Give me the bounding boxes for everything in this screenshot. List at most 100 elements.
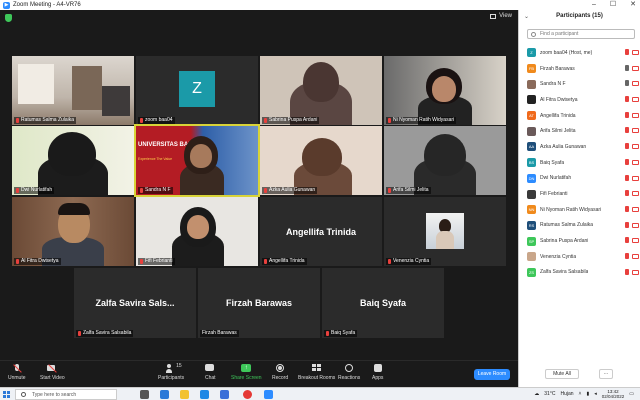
video-tile[interactable]: Arifa Silmi Jelita bbox=[384, 126, 506, 195]
file-explorer-icon[interactable] bbox=[180, 390, 189, 399]
store-icon[interactable] bbox=[200, 390, 209, 399]
participant-status-icons bbox=[625, 221, 639, 228]
video-off-icon bbox=[632, 175, 639, 181]
muted-mic-icon bbox=[140, 118, 143, 123]
taskbar-search-input[interactable]: Type here to search bbox=[15, 389, 117, 400]
edge-browser-icon[interactable] bbox=[160, 390, 169, 399]
leave-room-button[interactable]: Leave Room bbox=[474, 369, 510, 380]
participant-status-icons bbox=[625, 252, 639, 259]
video-tile[interactable]: Al Fitra Dwisetya bbox=[12, 197, 134, 266]
minimize-button[interactable]: – bbox=[592, 0, 596, 10]
volume-icon[interactable]: ◂ bbox=[594, 391, 597, 397]
participant-status-icons bbox=[625, 268, 639, 275]
apps-button[interactable]: Apps bbox=[372, 364, 383, 381]
zoom-taskbar-icon[interactable] bbox=[264, 390, 273, 399]
mic-muted-icon bbox=[625, 158, 629, 165]
muted-mic-icon bbox=[140, 188, 143, 193]
participant-avatar: Z bbox=[179, 70, 215, 107]
participant-name: Ratumas Salma Zulaika bbox=[540, 222, 594, 229]
grid-view-icon bbox=[490, 13, 497, 19]
participant-avatar: AT bbox=[527, 111, 536, 121]
close-button[interactable]: ✕ bbox=[630, 0, 636, 10]
video-off-icon bbox=[632, 206, 639, 212]
participant-row[interactable]: RS Ratumas Salma Zulaika bbox=[527, 218, 639, 234]
view-button[interactable]: View bbox=[490, 13, 512, 19]
unmute-button[interactable]: Unmute bbox=[8, 364, 26, 381]
video-tile[interactable]: Fifi Febrianti bbox=[136, 197, 258, 266]
participant-row[interactable]: NN Ni Nyoman Ratih Widyasari bbox=[527, 202, 639, 218]
video-tile[interactable]: Venenzia Cyntia bbox=[384, 197, 506, 266]
participant-row[interactable]: Venenzia Cyntia bbox=[527, 249, 639, 265]
video-tile[interactable]: Azka Aulia Gunawan bbox=[260, 126, 382, 195]
windows-start-icon[interactable] bbox=[3, 391, 10, 398]
participant-row[interactable]: FB Firzah Barawas bbox=[527, 61, 639, 77]
participant-status-icons bbox=[625, 111, 639, 118]
more-options-button[interactable]: ... bbox=[599, 369, 613, 379]
meeting-toolbar: Unmute Start Video 15 Participants Chat … bbox=[0, 360, 518, 387]
mail-icon[interactable] bbox=[220, 390, 229, 399]
view-label: View bbox=[499, 13, 512, 19]
participant-row[interactable]: AT Angellifa Trinida bbox=[527, 108, 639, 124]
video-off-icon bbox=[632, 144, 639, 150]
muted-mic-icon bbox=[16, 188, 19, 193]
video-tile[interactable]: Ni Nyoman Ratih Widyasari bbox=[384, 56, 506, 125]
participant-status-icons bbox=[625, 64, 639, 71]
participant-row[interactable]: Arifa Silmi Jelita bbox=[527, 123, 639, 139]
muted-mic-icon bbox=[16, 259, 19, 264]
maximize-button[interactable]: ☐ bbox=[610, 0, 616, 10]
participant-avatar: RS bbox=[527, 220, 536, 230]
participant-name: Fifi Febrianti bbox=[540, 191, 568, 198]
notifications-icon[interactable]: ▭ bbox=[629, 391, 634, 397]
participant-row[interactable]: BS Baiq Syafa bbox=[527, 155, 639, 171]
title-bar: ▶ Zoom Meeting - A4-VR76 – ☐ ✕ bbox=[0, 0, 640, 10]
video-tile[interactable]: Z zoom baa04 bbox=[136, 56, 258, 125]
chat-button[interactable]: Chat bbox=[205, 364, 216, 381]
video-tile[interactable]: Sabrina Puspa Ardani bbox=[260, 56, 382, 125]
participant-row[interactable]: AA Azka Aulia Gunawan bbox=[527, 139, 639, 155]
participants-count: 15 bbox=[176, 363, 182, 369]
network-icon[interactable]: ▮ bbox=[586, 391, 589, 397]
system-clock[interactable]: 13:42 02/04/2022 bbox=[602, 389, 625, 399]
video-tile-active-speaker[interactable]: UNIVERSITAS BAKRIE Experience The Value … bbox=[134, 124, 260, 197]
mute-all-button[interactable]: Mute All bbox=[545, 369, 579, 379]
participants-button[interactable]: 15 Participants bbox=[158, 363, 184, 381]
participant-avatar bbox=[527, 189, 536, 199]
security-shield-icon[interactable] bbox=[5, 14, 12, 22]
video-off-icon bbox=[632, 238, 639, 244]
participant-avatar: AA bbox=[527, 142, 536, 152]
participant-row[interactable]: SP Sabrina Puspa Ardani bbox=[527, 233, 639, 249]
participant-name: Angellifa Trinida bbox=[540, 112, 576, 119]
participant-name-label: Sandra N F bbox=[138, 187, 173, 194]
mic-muted-icon bbox=[625, 127, 629, 134]
start-video-button[interactable]: Start Video bbox=[40, 364, 65, 381]
share-screen-button[interactable]: ↑ Share Screen bbox=[231, 364, 262, 381]
reactions-button[interactable]: Reactions bbox=[338, 364, 360, 381]
participant-name: Ni Nyoman Ratih Widyasari bbox=[540, 206, 602, 213]
breakout-rooms-icon bbox=[311, 364, 322, 373]
participant-row[interactable]: Sandra N F bbox=[527, 76, 639, 92]
video-tile[interactable]: Angellifa Trinida Angellifa Trinida bbox=[260, 197, 382, 266]
breakout-rooms-button[interactable]: Breakout Rooms bbox=[298, 364, 335, 381]
participant-row[interactable]: Fifi Febrianti bbox=[527, 186, 639, 202]
mic-on-icon bbox=[625, 64, 629, 71]
video-tile[interactable]: Firzah Barawas Firzah Barawas bbox=[198, 268, 320, 338]
chevron-up-icon[interactable]: ˄ bbox=[579, 391, 582, 397]
participant-avatar: BS bbox=[527, 158, 536, 168]
video-tile[interactable]: Zalfa Savira Sals... Zalfa Savira Salsab… bbox=[74, 268, 196, 338]
participant-status-icons bbox=[625, 143, 639, 150]
participant-row[interactable]: Zzoom baa04 (Host, me) bbox=[527, 45, 639, 61]
participant-display-name: Angellifa Trinida bbox=[285, 226, 356, 237]
participant-row[interactable]: Al Fitra Dwisetya bbox=[527, 92, 639, 108]
participant-search-input[interactable]: Find a participant bbox=[527, 29, 635, 39]
participant-name-label: Arifa Silmi Jelita bbox=[386, 187, 431, 194]
reactions-smiley-icon bbox=[344, 364, 354, 373]
video-tile[interactable]: Dwi Nurlatifah bbox=[12, 126, 134, 195]
participant-name-label: Dwi Nurlatifah bbox=[14, 187, 55, 194]
participant-row[interactable]: ZS Zalfa Savira Salsabila bbox=[527, 265, 639, 281]
task-view-icon[interactable] bbox=[140, 390, 149, 399]
video-tile[interactable]: Ratumas Salma Zulaika bbox=[12, 56, 134, 125]
video-tile[interactable]: Baiq Syafa Baiq Syafa bbox=[322, 268, 444, 338]
record-button[interactable]: Record bbox=[272, 364, 288, 381]
chrome-browser-icon[interactable] bbox=[243, 390, 252, 399]
participant-row[interactable]: DN Dwi Nurlatifah bbox=[527, 171, 639, 187]
